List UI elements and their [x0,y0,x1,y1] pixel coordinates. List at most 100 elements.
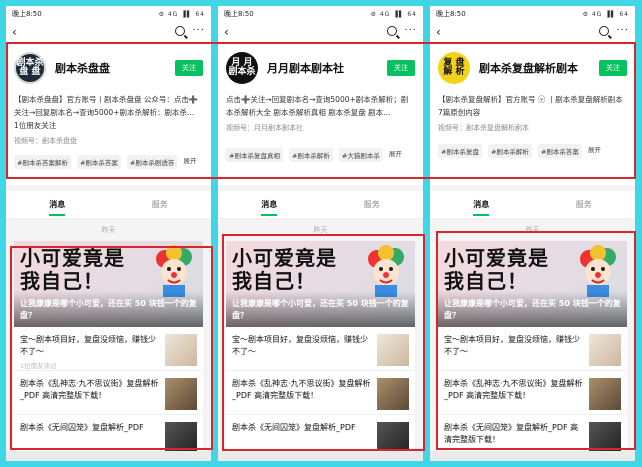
article-title: 剧本杀《乱神志·九不思议街》复盘解析_PDF 高清完整版下载！ [444,379,583,400]
avatar: 复 盘 解 析 [438,52,470,84]
status-time: 晚上8:50 [436,10,466,18]
date-label: 昨天 [313,226,328,234]
expand-link[interactable]: 展开 [389,148,402,162]
clown-illustration [156,245,192,297]
tab-messages[interactable]: 消息 [218,199,321,216]
nav-bar: ‹ ··· [218,22,423,42]
tag-item[interactable]: #剧本杀剧透答 [126,155,178,169]
follow-button[interactable]: 关注 [387,60,415,76]
account-description: 点击➕关注→回复剧本名→查询5000+剧本杀解析；剧本杀解析大全 剧本杀解析真相… [226,95,409,117]
article-item[interactable]: 宝～剧本项目好，复盘没烦恼，赚钱少不了～ 1位朋友读过 [14,327,203,371]
video-channel-link[interactable]: 视频号：剧本杀盘盘 [14,135,203,147]
tag-item[interactable]: #剧本杀答案解析 [14,155,71,169]
article-item[interactable]: 剧本杀《乱神志·九不思议街》复盘解析_PDF 高清完整版下载！ [226,371,415,415]
book-thumbnail [589,378,621,410]
article-title: 宝～剧本项目好，复盘没烦恼，赚钱少不了～ [20,335,156,356]
baby-thumbnail [165,334,197,366]
tab-bar: 消息 服务 [218,191,423,219]
tag-list: #剧本杀复盘真相 #剧本杀解析 #大猫剧本杀 展开 [226,148,415,162]
article-banner[interactable]: 小可爱竟是我自己！ 让我康康是哪个小可爱，还在买 50 块钱一个的复盘？ [14,241,203,327]
article-title: 剧本杀《无间囚笼》复盘解析_PDF 高清完整版下载！ [444,423,579,444]
banner-title: 让我康康是哪个小可爱，还在买 50 块钱一个的复盘？ [232,299,409,320]
video-channel-link[interactable]: 视频号：月月剧本剧本社 [226,122,415,134]
back-icon[interactable]: ‹ [224,25,229,39]
video-channel-label: 视频号：剧本杀盘盘 [14,137,77,145]
date-label: 昨天 [525,226,540,234]
article-title: 剧本杀《无间囚笼》复盘解析_PDF [232,423,356,432]
article-item[interactable]: 剧本杀《乱神志·九不思议街》复盘解析_PDF 高清完整版下载！ [438,371,627,415]
more-icon[interactable]: ··· [404,25,417,36]
banner-title: 让我康康是哪个小可爱，还在买 50 块钱一个的复盘？ [444,299,621,320]
cage-thumbnail [377,422,409,454]
search-icon[interactable] [387,26,397,36]
original-count: 7篇原创内容 [438,108,481,117]
account-description: 【剧本杀盘盘】官方账号丨剧本杀盘盘 公众号：点击➕关注→回复剧本名→查询5000… [14,95,199,117]
tag-item[interactable]: #剧本杀复盘真相 [226,148,283,162]
follow-button[interactable]: 关注 [599,60,627,76]
video-channel-link[interactable]: 视频号：剧本杀复盘解析剧本 [438,122,627,134]
account-name: 月月剧本剧本社 [267,62,344,75]
status-time: 晚上8:50 [12,10,42,18]
phone-screen-3: 晚上8:50 ⚙ 4G ▐▌ 64 ‹ ··· 复 盘 解 析 剧本杀复盘解析剧… [430,6,635,461]
status-bar: 晚上8:50 ⚙ 4G ▐▌ 64 [6,6,211,22]
banner-headline: 小可爱竟是我自己！ [444,246,549,293]
baby-thumbnail [377,334,409,366]
banner-headline: 小可爱竟是我自己！ [20,246,125,293]
tab-messages[interactable]: 消息 [6,199,109,216]
tag-item[interactable]: #剧本杀答案 [76,155,121,169]
tag-item[interactable]: #大猫剧本杀 [338,148,383,162]
tag-item[interactable]: #剧本杀解析 [288,148,333,162]
tab-service[interactable]: 服务 [321,199,424,210]
status-icons: ⚙ 4G ▐▌ 64 [370,10,417,18]
status-bar: 晚上8:50 ⚙ 4G ▐▌ 64 [430,6,635,22]
tag-list: #剧本杀答案解析 #剧本杀答案 #剧本杀剧透答 展开 [14,155,203,169]
more-icon[interactable]: ··· [192,25,205,36]
expand-link[interactable]: 展开 [183,155,196,169]
search-icon[interactable] [599,26,609,36]
clown-illustration [580,245,616,297]
cage-thumbnail [165,422,197,454]
tag-list: #剧本杀复盘 #剧本杀解析 #剧本杀答案 展开 [438,144,627,158]
avatar: 剧本杀 盘 盘 [14,52,46,84]
status-bar: 晚上8:50 ⚙ 4G ▐▌ 64 [218,6,423,22]
search-icon[interactable] [175,26,185,36]
article-item[interactable]: 宝～剧本项目好，复盘没烦恼，赚钱少不了～ [226,327,415,371]
friends-followed: 1位朋友关注 [14,121,57,130]
tab-service[interactable]: 服务 [109,199,212,210]
more-icon[interactable]: ··· [616,25,629,36]
status-time: 晚上8:50 [224,10,254,18]
article-card: 小可爱竟是我自己！ 让我康康是哪个小可爱，还在买 50 块钱一个的复盘？ 宝～剧… [226,241,415,459]
account-profile: 剧本杀 盘 盘 剧本杀盘盘 关注 【剧本杀盘盘】官方账号丨剧本杀盘盘 公众号：点… [6,42,211,185]
tag-item[interactable]: #剧本杀解析 [487,144,532,158]
tab-bar: 消息 服务 [6,191,211,219]
article-banner[interactable]: 小可爱竟是我自己！ 让我康康是哪个小可爱，还在买 50 块钱一个的复盘？ [226,241,415,327]
book-thumbnail [377,378,409,410]
tag-item[interactable]: #剧本杀复盘 [438,144,482,158]
article-title: 剧本杀《乱神志·九不思议街》复盘解析_PDF 高清完整版下载！ [20,379,159,400]
tab-service[interactable]: 服务 [533,199,636,210]
tab-messages[interactable]: 消息 [430,199,533,216]
avatar: 月 月 剧本杀 [226,52,258,84]
article-item[interactable]: 宝～剧本项目好，复盘没烦恼，赚钱少不了～ [438,327,627,371]
account-description: 【剧本杀复盘解析】官方账号 ⓥ 丨剧本杀复盘解析剧本 公众号... [438,95,623,104]
account-profile: 月 月 剧本杀 月月剧本剧本社 关注 点击➕关注→回复剧本名→查询5000+剧本… [218,42,423,185]
avatar-text-line2: 解 析 [443,67,465,77]
account-name: 剧本杀盘盘 [55,62,110,75]
article-title: 剧本杀《乱神志·九不思议街》复盘解析_PDF 高清完整版下载！ [232,379,371,400]
expand-link[interactable]: 展开 [588,144,601,158]
system-nav-bar [6,451,211,461]
follow-button[interactable]: 关注 [175,60,203,76]
nav-bar: ‹ ··· [6,22,211,42]
article-title: 宝～剧本项目好，复盘没烦恼，赚钱少不了～ [232,335,368,356]
banner-headline: 小可爱竟是我自己！ [232,246,337,293]
back-icon[interactable]: ‹ [12,25,17,39]
clown-illustration [368,245,404,297]
baby-thumbnail [589,334,621,366]
tag-item[interactable]: #剧本杀答案 [537,144,582,158]
article-item[interactable]: 剧本杀《乱神志·九不思议街》复盘解析_PDF 高清完整版下载！ [14,371,203,415]
article-banner[interactable]: 小可爱竟是我自己！ 让我康康是哪个小可爱，还在买 50 块钱一个的复盘？ [438,241,627,327]
back-icon[interactable]: ‹ [436,25,441,39]
account-name: 剧本杀复盘解析剧本 [479,62,578,75]
article-title: 宝～剧本项目好，复盘没烦恼，赚钱少不了～ [444,335,580,356]
avatar-text-line2: 剧本杀 [228,67,256,77]
